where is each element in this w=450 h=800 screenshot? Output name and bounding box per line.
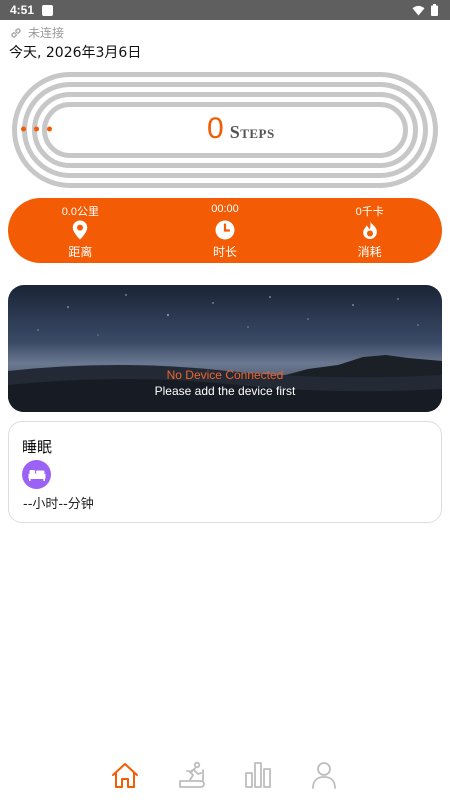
sleep-title: 睡眠 [22,438,53,456]
calories-label: 消耗 [357,245,382,259]
nav-treadmill[interactable] [174,758,210,792]
status-indicators [412,4,438,16]
activity-stats-bar: 0.0公里 距离 00:00 时长 0千卡 消耗 [8,198,442,263]
nav-home[interactable] [107,758,143,792]
home-icon [112,762,138,788]
stat-duration[interactable]: 00:00 时长 [153,198,298,263]
step-count: 0 [207,112,224,145]
sleep-card[interactable]: 睡眠 --小时--分钟 [8,421,442,523]
distance-value: 0.0公里 [61,206,99,218]
wifi-icon [412,5,425,15]
no-device-subtitle: Please add the device first [154,384,296,398]
clock-icon [215,219,235,241]
stat-calories[interactable]: 0千卡 消耗 [297,198,442,263]
location-pin-icon [72,219,88,241]
flame-icon [361,219,379,241]
treadmill-icon [179,761,205,788]
person-icon [312,762,336,789]
step-unit: Steps [229,122,275,142]
notification-icon [42,4,54,16]
status-time: 4:51 [10,3,35,17]
bed-icon [22,460,51,489]
duration-value: 00:00 [211,203,239,215]
duration-label: 时长 [213,245,238,259]
no-device-title: No Device Connected [166,368,284,382]
nav-profile[interactable] [306,758,342,792]
connection-status[interactable]: 未连接 [9,24,64,41]
stat-distance[interactable]: 0.0公里 距离 [8,198,153,263]
link-icon [11,27,21,38]
battery-icon [431,4,438,16]
status-bar: 4:51 [0,0,450,20]
calories-value: 0千卡 [355,206,384,218]
connection-status-label: 未连接 [28,26,65,40]
date-label: 今天, 2026年3月6日 [9,45,142,61]
sleep-duration: --小时--分钟 [23,497,94,512]
distance-label: 距离 [68,245,93,259]
device-banner[interactable]: No Device Connected Please add the devic… [8,285,442,412]
bar-chart-icon [245,762,271,788]
nav-stats[interactable] [240,758,276,792]
bottom-nav [0,752,450,800]
step-counter: 0 Steps [207,112,275,146]
